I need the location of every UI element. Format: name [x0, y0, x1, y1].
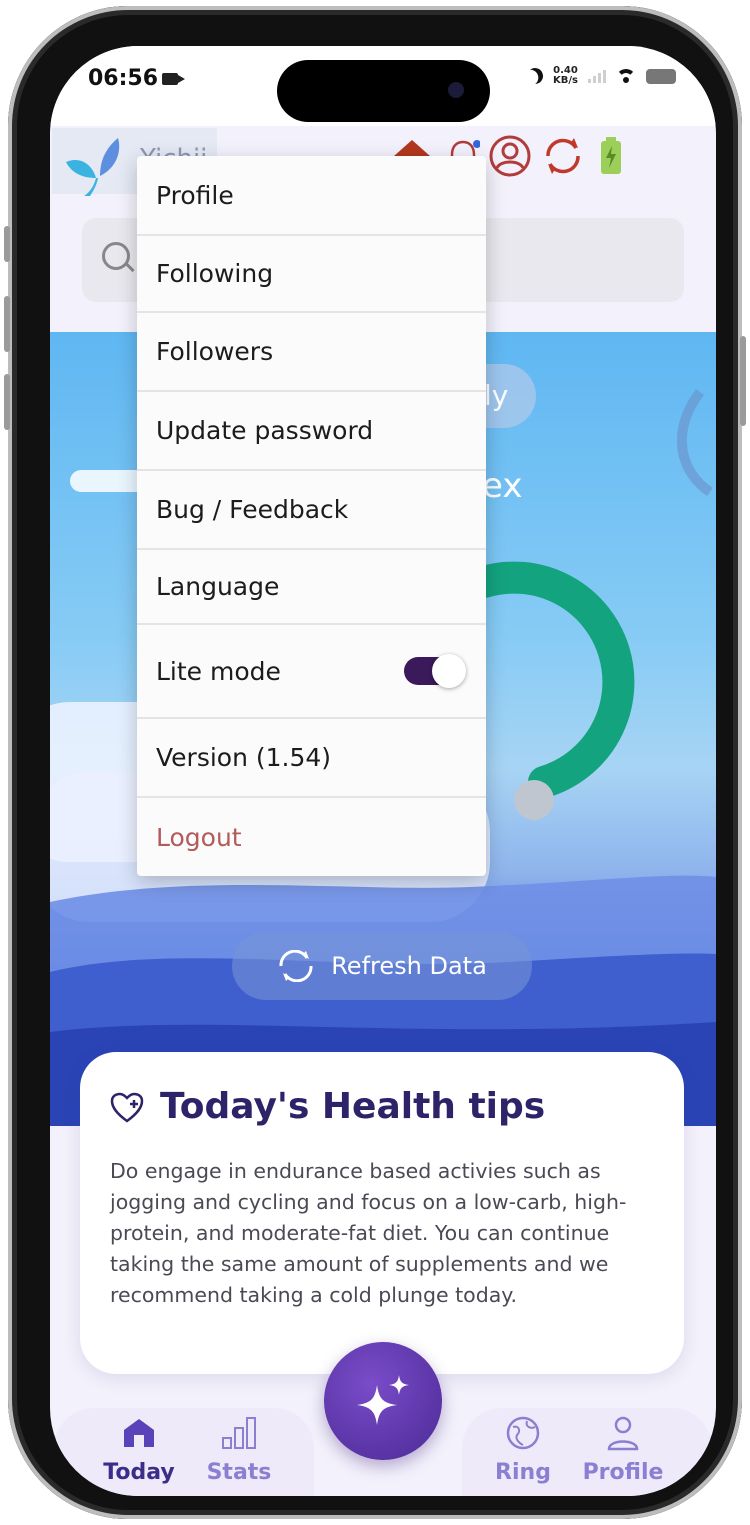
screen-record-icon — [162, 73, 185, 85]
tab-today[interactable]: Today — [94, 1412, 184, 1485]
menu-item-followers[interactable]: Followers — [137, 313, 486, 392]
menu-item-label: Bug / Feedback — [156, 495, 349, 524]
gauge-end — [514, 780, 554, 820]
account-dropdown-menu: Profile Following Followers Update passw… — [137, 156, 486, 876]
volume-down-button — [4, 374, 10, 430]
tab-profile-label: Profile — [582, 1460, 664, 1485]
home-icon — [124, 1419, 154, 1447]
menu-item-update-password[interactable]: Update password — [137, 392, 486, 471]
menu-item-label: Version (1.54) — [156, 743, 332, 772]
search-icon — [102, 242, 130, 270]
health-tips-card: Today's Health tips Do engage in enduran… — [80, 1052, 684, 1374]
network-speed: 0.40 KB/s — [553, 66, 578, 86]
tab-profile[interactable]: Profile — [578, 1412, 668, 1485]
tab-ring[interactable]: Ring — [478, 1412, 568, 1485]
menu-item-bug-feedback[interactable]: Bug / Feedback — [137, 471, 486, 550]
wifi-icon — [616, 69, 636, 83]
health-tips-title: Today's Health tips — [160, 1086, 546, 1127]
menu-item-profile[interactable]: Profile — [137, 156, 486, 236]
cellular-signal-icon — [588, 69, 606, 83]
tab-stats-label: Stats — [206, 1460, 272, 1485]
refresh-data-label: Refresh Data — [331, 952, 487, 980]
tab-today-label: Today — [103, 1460, 175, 1485]
menu-item-label: Update password — [156, 416, 374, 445]
refresh-data-button[interactable]: Refresh Data — [232, 932, 532, 1000]
lite-mode-toggle[interactable] — [404, 654, 466, 688]
ring-icon — [506, 1416, 540, 1450]
mute-switch — [4, 226, 10, 262]
menu-item-label: Logout — [156, 822, 242, 852]
volume-up-button — [4, 296, 10, 352]
sync-icon[interactable] — [542, 136, 584, 176]
heart-plus-icon — [110, 1092, 144, 1123]
refresh-icon — [279, 950, 313, 982]
index-label-fragment: ex — [482, 466, 523, 506]
do-not-disturb-icon — [525, 66, 546, 87]
menu-item-label: Followers — [156, 337, 274, 366]
status-icons: 0.40 KB/s — [527, 66, 676, 86]
phone-frame: 06:56 0.40 KB/s ly ex Refresh Data Today… — [4, 6, 746, 1519]
index-pill-text: ly — [484, 379, 509, 412]
menu-item-label: Following — [156, 259, 274, 288]
stats-icon — [222, 1417, 256, 1449]
menu-item-lite-mode: Lite mode — [137, 625, 486, 719]
ai-assistant-button[interactable] — [324, 1342, 442, 1460]
tab-stats[interactable]: Stats — [194, 1412, 284, 1485]
health-tips-body: Do engage in endurance based activies su… — [110, 1159, 627, 1307]
sparkles-icon — [357, 1375, 409, 1425]
screen: 06:56 0.40 KB/s ly ex Refresh Data Today… — [50, 46, 716, 1496]
menu-item-label: Lite mode — [156, 656, 281, 686]
menu-item-label: Profile — [156, 180, 234, 210]
menu-item-logout[interactable]: Logout — [137, 798, 486, 876]
menu-item-language[interactable]: Language — [137, 550, 486, 625]
menu-item-label: Language — [156, 572, 280, 601]
dynamic-island — [277, 60, 490, 122]
power-button — [740, 336, 746, 426]
battery-icon — [646, 68, 676, 84]
gauge-arc — [468, 561, 635, 798]
person-icon — [607, 1416, 639, 1451]
brand-logo-icon — [66, 138, 120, 196]
status-time: 06:56 — [88, 66, 159, 91]
network-speed-unit: KB/s — [553, 75, 578, 86]
status-bar: 06:56 0.40 KB/s — [50, 46, 716, 126]
tab-ring-label: Ring — [495, 1460, 551, 1485]
profile-icon[interactable] — [488, 134, 532, 178]
menu-item-version: Version (1.54) — [137, 719, 486, 798]
menu-item-following[interactable]: Following — [137, 236, 486, 313]
ring-battery-icon[interactable] — [598, 136, 624, 176]
toggle-knob — [432, 654, 466, 688]
